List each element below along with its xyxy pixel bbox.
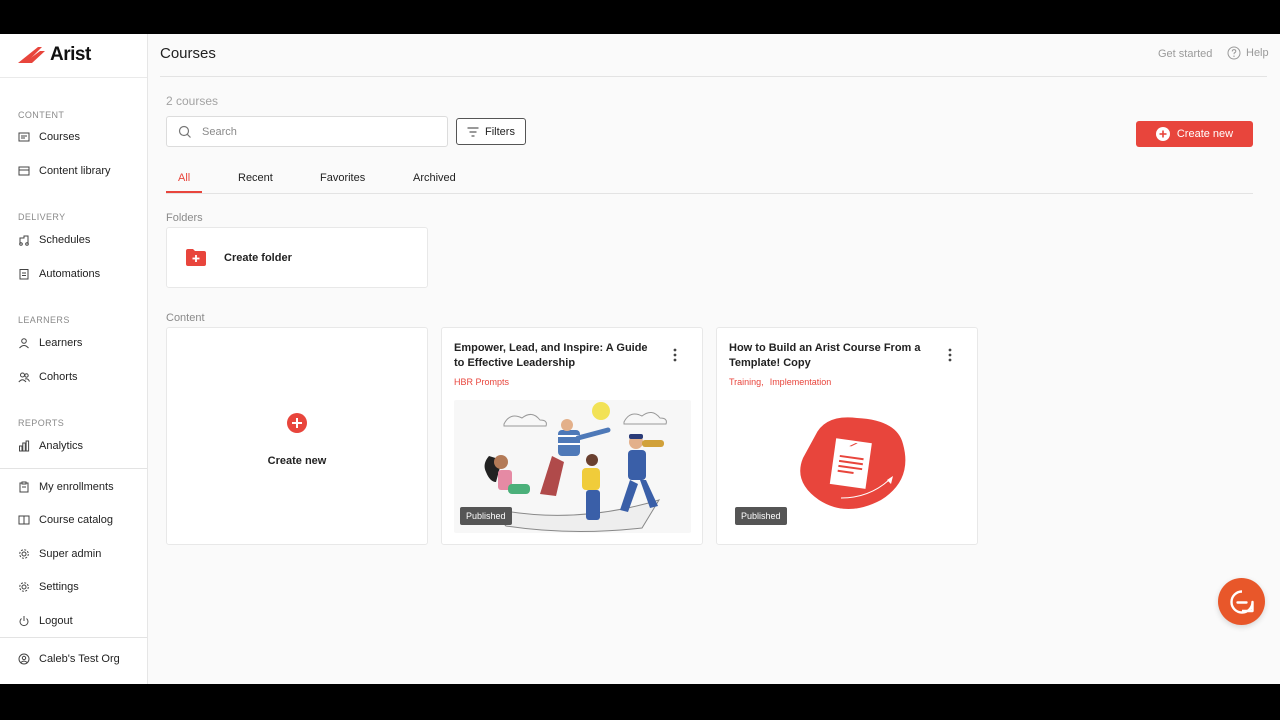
gear-icon xyxy=(19,582,29,592)
sidebar-divider xyxy=(0,637,147,638)
sidebar-item-label: Super admin xyxy=(39,548,102,560)
sidebar-item-label: Settings xyxy=(39,581,79,593)
app-window: Arist CONTENT Courses Content library DE… xyxy=(0,34,1280,684)
letterbox-bottom xyxy=(0,684,1280,720)
tab-bar: All Recent Favorites Archived xyxy=(166,170,1253,194)
automation-icon xyxy=(19,269,29,280)
users-icon xyxy=(18,372,30,383)
chat-icon xyxy=(1229,589,1254,614)
filter-icon xyxy=(467,127,479,136)
sidebar-item-label: Courses xyxy=(39,131,80,143)
sidebar-item-label: Learners xyxy=(39,337,83,349)
sidebar-item-settings[interactable]: Settings xyxy=(18,578,79,596)
book-icon xyxy=(18,515,30,525)
tab-favorites[interactable]: Favorites xyxy=(320,172,365,184)
tab-archived[interactable]: Archived xyxy=(413,172,456,184)
logo-wordmark: Arist xyxy=(50,44,91,65)
courses-icon xyxy=(18,132,30,142)
status-badge: Published xyxy=(460,507,512,525)
sidebar-item-schedules[interactable]: Schedules xyxy=(18,231,90,249)
sidebar-item-label: Cohorts xyxy=(39,371,78,383)
active-tab-indicator xyxy=(166,191,202,193)
power-icon xyxy=(19,616,29,627)
schedule-icon xyxy=(19,235,29,246)
course-tags: Training, Implementation xyxy=(729,377,831,387)
header: Courses Get started Help xyxy=(148,34,1280,77)
create-card-label: Create new xyxy=(267,455,327,467)
filters-label: Filters xyxy=(485,125,515,138)
status-badge: Published xyxy=(735,507,787,525)
course-tag: HBR Prompts xyxy=(454,377,510,387)
org-name: Caleb's Test Org xyxy=(39,653,120,665)
folder-plus-icon xyxy=(186,249,206,266)
sidebar-item-content-library[interactable]: Content library xyxy=(18,162,111,180)
more-options-icon[interactable] xyxy=(671,348,679,362)
user-circle-icon xyxy=(18,653,30,665)
sidebar-item-logout[interactable]: Logout xyxy=(18,612,73,630)
course-card[interactable]: How to Build an Arist Course From a Temp… xyxy=(716,327,978,545)
chart-icon xyxy=(19,440,30,452)
section-learners: LEARNERS xyxy=(18,315,70,325)
help-icon xyxy=(1227,46,1241,60)
sidebar-item-my-enrollments[interactable]: My enrollments xyxy=(18,478,114,496)
course-count: 2 courses xyxy=(166,94,219,108)
section-reports: REPORTS xyxy=(18,418,65,428)
content-heading: Content xyxy=(166,312,205,324)
gear-icon xyxy=(19,549,29,559)
filters-button[interactable]: Filters xyxy=(456,118,526,145)
sidebar-item-course-catalog[interactable]: Course catalog xyxy=(18,511,113,529)
course-title: Empower, Lead, and Inspire: A Guide to E… xyxy=(454,342,648,369)
arist-logo-mark xyxy=(18,47,45,63)
create-folder-label: Create folder xyxy=(224,251,292,264)
folders-heading: Folders xyxy=(166,212,203,224)
sidebar-item-label: Course catalog xyxy=(39,514,113,526)
header-divider xyxy=(160,76,1267,77)
create-course-card[interactable]: Create new xyxy=(166,327,428,545)
sidebar-divider xyxy=(0,468,147,469)
tab-recent[interactable]: Recent xyxy=(238,172,273,184)
user-icon xyxy=(19,338,29,349)
sidebar-org-switcher[interactable]: Caleb's Test Org xyxy=(18,650,120,668)
plus-circle-icon xyxy=(287,413,307,433)
plus-circle-icon xyxy=(1155,127,1170,141)
sidebar-item-learners[interactable]: Learners xyxy=(18,334,82,352)
sidebar-item-label: Analytics xyxy=(39,440,84,452)
sidebar-item-automations[interactable]: Automations xyxy=(18,265,100,283)
course-tag: Training, xyxy=(729,377,764,387)
help-label: Help xyxy=(1246,47,1269,59)
sidebar-item-label: My enrollments xyxy=(39,481,114,493)
create-folder-card[interactable]: Create folder xyxy=(166,227,428,288)
section-content: CONTENT xyxy=(18,110,65,120)
sidebar-item-super-admin[interactable]: Super admin xyxy=(18,545,101,563)
create-new-label: Create new xyxy=(1176,128,1234,140)
course-tags: HBR Prompts xyxy=(454,377,509,387)
course-card[interactable]: Empower, Lead, and Inspire: A Guide to E… xyxy=(441,327,703,545)
page-title: Courses xyxy=(160,45,216,62)
sidebar-item-courses[interactable]: Courses xyxy=(18,128,80,146)
help-link[interactable]: Help xyxy=(1227,46,1269,60)
sidebar: Arist CONTENT Courses Content library DE… xyxy=(0,34,148,684)
get-started-link[interactable]: Get started xyxy=(1158,48,1212,60)
sidebar-item-analytics[interactable]: Analytics xyxy=(18,437,83,455)
create-new-button[interactable]: Create new xyxy=(1136,121,1253,147)
sidebar-item-label: Automations xyxy=(39,268,101,280)
clipboard-icon xyxy=(19,481,29,493)
sidebar-item-label: Content library xyxy=(39,165,111,177)
more-options-icon[interactable] xyxy=(946,348,954,362)
library-icon xyxy=(18,166,30,176)
chat-launcher-button[interactable] xyxy=(1218,578,1265,625)
search-icon xyxy=(178,125,191,138)
section-delivery: DELIVERY xyxy=(18,212,66,222)
search-input[interactable] xyxy=(202,125,432,138)
sidebar-divider xyxy=(0,77,147,78)
course-tag: Implementation xyxy=(769,377,832,387)
arist-logo[interactable]: Arist xyxy=(18,44,91,66)
sidebar-item-cohorts[interactable]: Cohorts xyxy=(18,368,78,386)
course-title: How to Build an Arist Course From a Temp… xyxy=(729,342,921,369)
sidebar-item-label: Logout xyxy=(39,615,73,627)
letterbox-top xyxy=(0,0,1280,34)
tab-all[interactable]: All xyxy=(178,172,190,184)
search-box xyxy=(166,116,448,147)
sidebar-item-label: Schedules xyxy=(39,234,91,246)
